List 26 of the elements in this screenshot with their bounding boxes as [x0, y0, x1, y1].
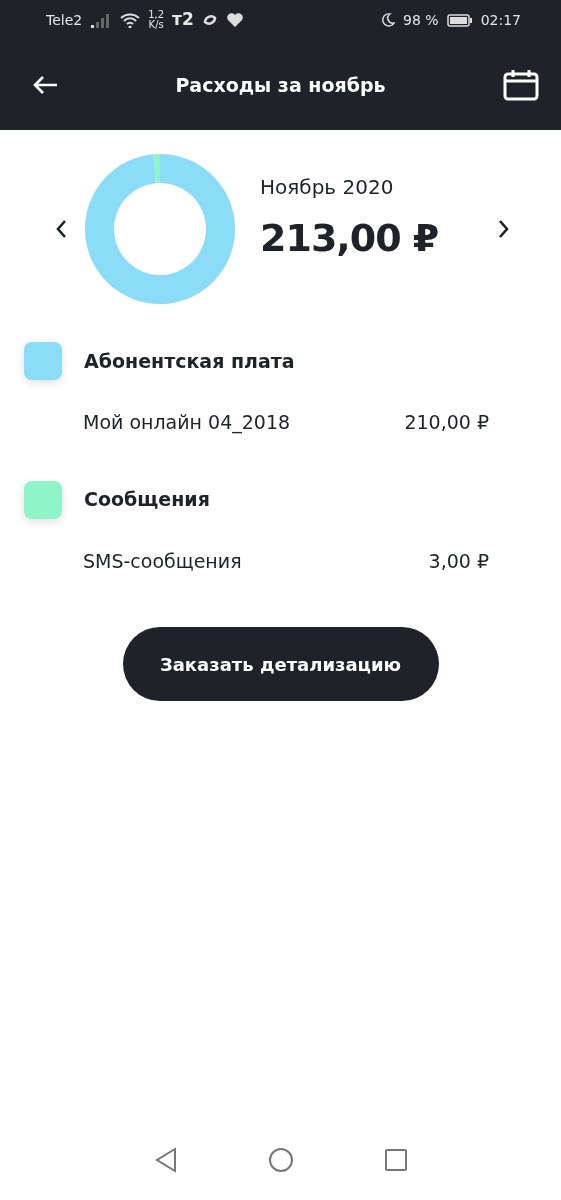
chevron-right-icon[interactable] [497, 218, 511, 240]
recent-apps-icon[interactable] [383, 1148, 408, 1172]
charge-amount: 3,00 ₽ [428, 548, 489, 574]
carrier-name: Tele2 [46, 10, 83, 30]
back-icon[interactable] [153, 1147, 178, 1173]
period-label: Ноябрь 2020 [260, 173, 395, 201]
charge-name: SMS-сообщения [83, 548, 242, 574]
speed-unit: K/s [148, 20, 165, 31]
page-title: Расходы за ноябрь [175, 72, 386, 98]
order-details-button[interactable]: Заказать детализацию [122, 627, 439, 701]
charge-amount: 210,00 ₽ [404, 410, 489, 435]
clock-time: 02:17 [480, 10, 521, 30]
charge-name: Мой онлайн 04_2018 [83, 410, 291, 436]
wifi-icon [120, 12, 141, 28]
sync-icon [201, 12, 218, 28]
home-icon[interactable] [267, 1147, 294, 1173]
total-amount: 213,00 ₽ [260, 214, 440, 262]
heart-icon [225, 12, 244, 28]
moon-icon [381, 13, 396, 27]
battery-percent: 98 % [403, 10, 439, 30]
category-title: Абонентская плата [84, 348, 295, 374]
battery-icon [446, 13, 473, 27]
chevron-left-icon[interactable] [54, 218, 68, 240]
operator-logo: т2 [172, 8, 194, 32]
category-title: Сообщения [84, 487, 210, 513]
speed-value: 1,2 [148, 9, 165, 20]
